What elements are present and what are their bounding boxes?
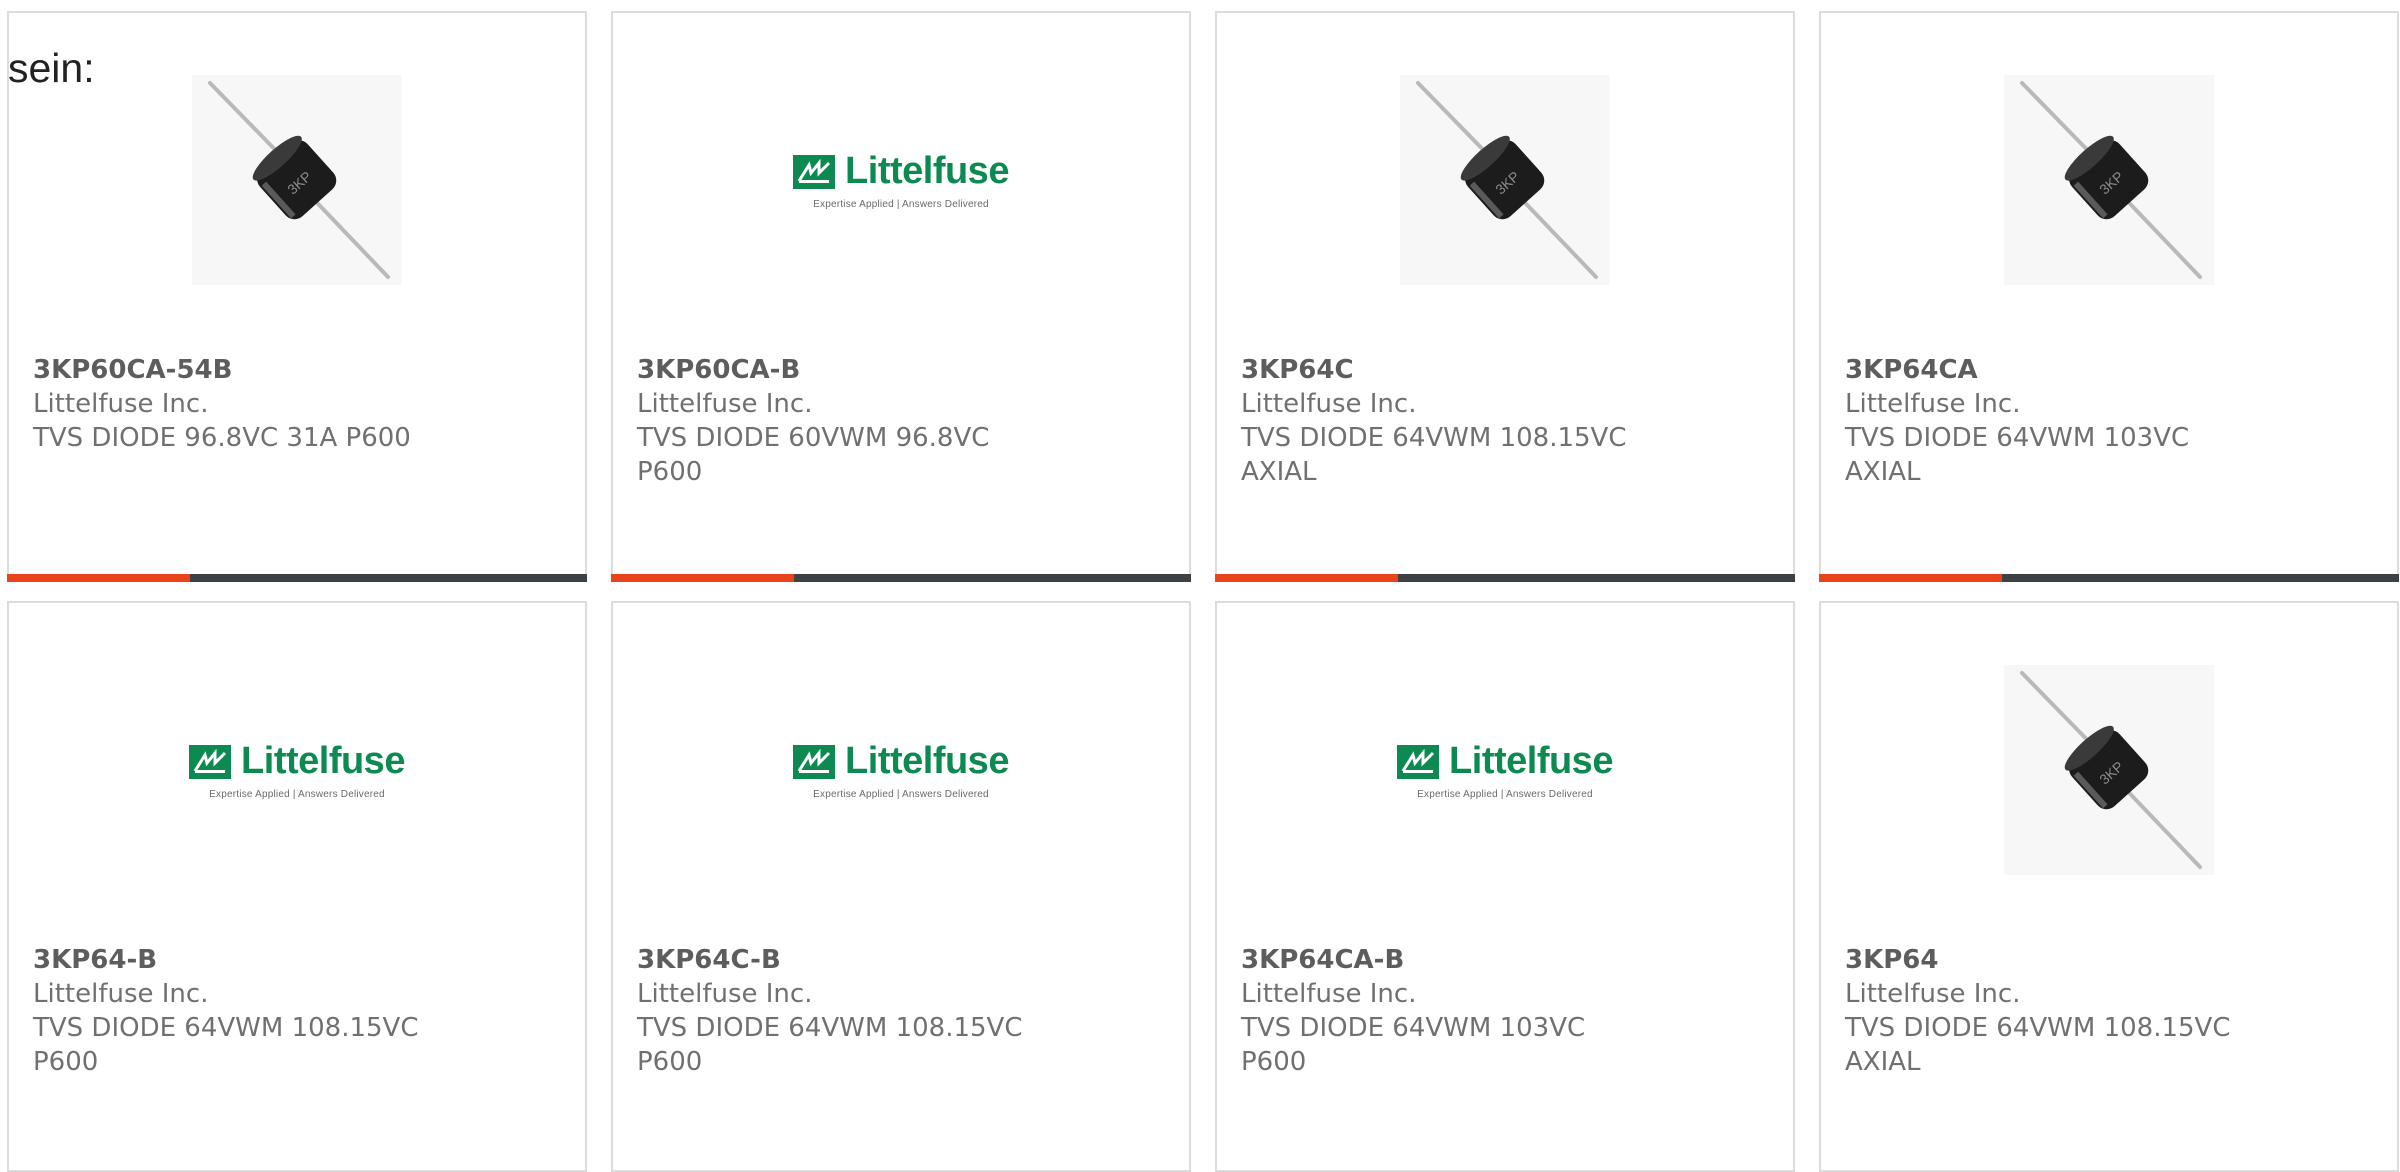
manufacturer: Littelfuse Inc. — [637, 979, 813, 1009]
product-description: TVS DIODE 60VWM 96.8VC P600 — [637, 423, 990, 487]
littelfuse-mark-icon — [793, 154, 836, 189]
product-info: 3KP60CA-54B Littelfuse Inc. TVS DIODE 96… — [33, 353, 443, 455]
part-number[interactable]: 3KP60CA-B — [637, 353, 1047, 387]
card-hover-bar-accent — [1215, 574, 1398, 582]
card-hover-bar — [611, 574, 1191, 582]
card-hover-bar — [7, 574, 587, 582]
littelfuse-logo: Littelfuse Expertise Applied | Answers De… — [189, 740, 405, 800]
product-image[interactable]: 3KP — [1217, 75, 1793, 285]
product-info: 3KP64C-B Littelfuse Inc. TVS DIODE 64VWM… — [637, 943, 1047, 1079]
product-card[interactable]: Littelfuse Expertise Applied | Answers De… — [1215, 601, 1795, 1172]
logo-tagline: Expertise Applied | Answers Delivered — [813, 789, 989, 800]
card-hover-bar-accent — [1819, 574, 2002, 582]
manufacturer: Littelfuse Inc. — [33, 979, 209, 1009]
littelfuse-logo: Littelfuse Expertise Applied | Answers De… — [793, 740, 1009, 800]
part-number[interactable]: 3KP60CA-54B — [33, 353, 443, 387]
product-image[interactable]: 3KP — [9, 75, 585, 285]
manufacturer: Littelfuse Inc. — [1845, 979, 2021, 1009]
product-card[interactable]: 3KP 3KP64 Littelfuse Inc. TVS DIODE 64VW… — [1819, 601, 2399, 1172]
manufacturer: Littelfuse Inc. — [1241, 979, 1417, 1009]
product-description: TVS DIODE 96.8VC 31A P600 — [33, 423, 411, 453]
product-info: 3KP60CA-B Littelfuse Inc. TVS DIODE 60VW… — [637, 353, 1047, 489]
product-info: 3KP64-B Littelfuse Inc. TVS DIODE 64VWM … — [33, 943, 443, 1079]
product-description: TVS DIODE 64VWM 108.15VC P600 — [33, 1013, 419, 1077]
product-info: 3KP64C Littelfuse Inc. TVS DIODE 64VWM 1… — [1241, 353, 1651, 489]
product-grid: 3KP 3KP60CA-54B Littelfuse Inc. TVS DIOD… — [7, 11, 2399, 1172]
product-card[interactable]: 3KP 3KP64CA Littelfuse Inc. TVS DIODE 64… — [1819, 11, 2399, 582]
manufacturer: Littelfuse Inc. — [1845, 389, 2021, 419]
product-image[interactable]: Littelfuse Expertise Applied | Answers De… — [1217, 665, 1793, 875]
product-description: TVS DIODE 64VWM 108.15VC P600 — [637, 1013, 1023, 1077]
littelfuse-mark-icon — [793, 744, 836, 779]
card-hover-bar-accent — [7, 574, 190, 582]
product-image[interactable]: 3KP — [1821, 665, 2397, 875]
product-description: TVS DIODE 64VWM 103VC AXIAL — [1845, 423, 2190, 487]
product-image[interactable]: Littelfuse Expertise Applied | Answers De… — [9, 665, 585, 875]
product-info: 3KP64CA Littelfuse Inc. TVS DIODE 64VWM … — [1845, 353, 2255, 489]
product-image[interactable]: Littelfuse Expertise Applied | Answers De… — [613, 75, 1189, 285]
littelfuse-mark-icon — [1397, 744, 1440, 779]
product-card[interactable]: Littelfuse Expertise Applied | Answers De… — [611, 11, 1191, 582]
logo-wordmark: Littelfuse — [845, 150, 1009, 192]
product-description: TVS DIODE 64VWM 108.15VC AXIAL — [1241, 423, 1627, 487]
card-hover-bar — [1215, 574, 1795, 582]
part-number[interactable]: 3KP64CA-B — [1241, 943, 1651, 977]
product-card[interactable]: Littelfuse Expertise Applied | Answers De… — [7, 601, 587, 1172]
part-number[interactable]: 3KP64 — [1845, 943, 2255, 977]
diode-photo-icon: 3KP — [1400, 75, 1610, 285]
card-hover-bar-accent — [611, 574, 794, 582]
card-hover-bar — [1819, 574, 2399, 582]
product-info: 3KP64 Littelfuse Inc. TVS DIODE 64VWM 10… — [1845, 943, 2255, 1079]
diode-photo-icon: 3KP — [2004, 75, 2214, 285]
manufacturer: Littelfuse Inc. — [33, 389, 209, 419]
intro-text: sein: — [8, 45, 95, 91]
littelfuse-logo: Littelfuse Expertise Applied | Answers De… — [1397, 740, 1613, 800]
diode-photo-icon: 3KP — [2004, 665, 2214, 875]
product-card[interactable]: Littelfuse Expertise Applied | Answers De… — [611, 601, 1191, 1172]
diode-photo-icon: 3KP — [192, 75, 402, 285]
part-number[interactable]: 3KP64C — [1241, 353, 1651, 387]
product-info: 3KP64CA-B Littelfuse Inc. TVS DIODE 64VW… — [1241, 943, 1651, 1079]
product-description: TVS DIODE 64VWM 108.15VC AXIAL — [1845, 1013, 2231, 1077]
logo-wordmark: Littelfuse — [241, 740, 405, 782]
product-image[interactable]: 3KP — [1821, 75, 2397, 285]
product-image[interactable]: Littelfuse Expertise Applied | Answers De… — [613, 665, 1189, 875]
logo-wordmark: Littelfuse — [1449, 740, 1613, 782]
littelfuse-mark-icon — [189, 744, 232, 779]
littelfuse-logo: Littelfuse Expertise Applied | Answers De… — [793, 150, 1009, 210]
manufacturer: Littelfuse Inc. — [1241, 389, 1417, 419]
product-description: TVS DIODE 64VWM 103VC P600 — [1241, 1013, 1586, 1077]
logo-wordmark: Littelfuse — [845, 740, 1009, 782]
part-number[interactable]: 3KP64CA — [1845, 353, 2255, 387]
part-number[interactable]: 3KP64-B — [33, 943, 443, 977]
manufacturer: Littelfuse Inc. — [637, 389, 813, 419]
logo-tagline: Expertise Applied | Answers Delivered — [209, 789, 385, 800]
product-card[interactable]: 3KP 3KP64C Littelfuse Inc. TVS DIODE 64V… — [1215, 11, 1795, 582]
part-number[interactable]: 3KP64C-B — [637, 943, 1047, 977]
logo-tagline: Expertise Applied | Answers Delivered — [813, 199, 989, 210]
logo-tagline: Expertise Applied | Answers Delivered — [1417, 789, 1593, 800]
